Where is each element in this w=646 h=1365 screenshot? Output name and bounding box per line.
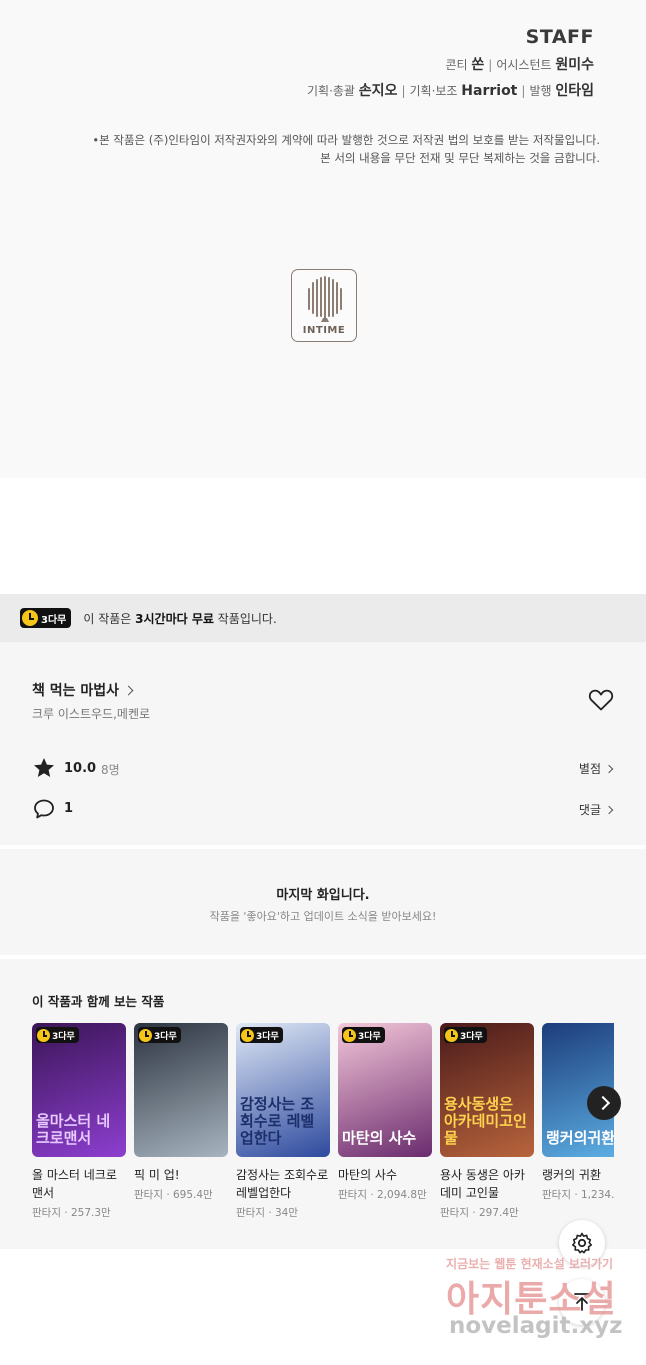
recommend-card-meta: 판타지 · 34만: [236, 1207, 299, 1219]
rating-count: 8명: [101, 763, 120, 777]
badge-label: 3다무: [154, 1031, 177, 1042]
rating-link[interactable]: 별점: [578, 760, 614, 777]
recommend-card-title: 감정사는 조회수로 레벨업한다: [236, 1168, 329, 1200]
badge-label: 3다무: [460, 1031, 483, 1042]
series-title: 책 먹는 마법사: [32, 683, 120, 699]
staff-name: 손지오: [358, 83, 398, 99]
cover-thumbnail: 3다무용사동생은 아카데미고인물: [440, 1023, 534, 1157]
badge-label: 3다무: [358, 1031, 381, 1042]
rating-link-label: 별점: [578, 762, 601, 776]
recommend-card[interactable]: 3다무용사동생은 아카데미고인물용사 동생은 아카데미 고인물판타지 · 297…: [440, 1023, 534, 1220]
last-episode-title: 마지막 화입니다.: [276, 888, 370, 903]
recommend-card-meta: 판타지 · 297.4만: [440, 1207, 519, 1219]
recommend-section: 이 작품과 함께 보는 작품 3다무올마스터 네크로맨서올 마스터 네크로맨서판…: [0, 959, 646, 1249]
cover-thumbnail: 3다무올마스터 네크로맨서: [32, 1023, 126, 1157]
recommend-card[interactable]: 3다무 마탄의 사수 마탄의 사수 판타지 · 2,094.8만: [338, 1023, 432, 1202]
recommend-card-title: 용사 동생은 아카데미 고인물: [440, 1168, 525, 1200]
chevron-right-icon: [604, 764, 614, 773]
cover-thumbnail: 3다무: [134, 1023, 228, 1157]
wait-free-badge: 3다무: [240, 1027, 283, 1043]
wait-free-badge: 3다무: [36, 1027, 79, 1043]
comic-staff-page: STAFF 콘티 쏜 | 어시스턴트 원미수 기획·총괄 손지오 | 기획·보조 Har…: [0, 0, 646, 478]
copyright-line: •본 작품은 (주)인타임이 저작권자와의 계약에 따라 발행한 것으로 저작권…: [92, 133, 600, 147]
recommend-card[interactable]: 3다무올마스터 네크로맨서올 마스터 네크로맨서판타지 · 257.3만: [32, 1023, 126, 1220]
cover-title-art: 랭커의귀환: [546, 1129, 614, 1147]
copyright-notice: •본 작품은 (주)인타임이 저작권자와의 계약에 따라 발행한 것으로 저작권…: [92, 131, 600, 167]
free-text-pre: 이 작품은: [83, 611, 136, 626]
cover-title-art: 감정사는 조회수로 레벨업한다: [240, 1095, 315, 1147]
badge-label: 3다무: [256, 1031, 279, 1042]
series-info-panel: 책 먹는 마법사 크루 이스트우드,메켄로 10.0 8명 별점 1 댓글: [0, 642, 646, 845]
recommend-card-title: 올 마스터 네크로맨서: [32, 1168, 117, 1200]
staff-line-2: 기획·총괄 손지오 | 기획·보조 Harriot | 발행 인타임: [307, 80, 594, 100]
heart-icon[interactable]: [588, 688, 614, 712]
free-notice-text: 이 작품은 3시간마다 무료 작품입니다.: [83, 610, 276, 627]
divider: |: [521, 84, 526, 98]
rating-value: 10.0: [64, 761, 97, 776]
badge-label: 3다무: [52, 1031, 75, 1042]
cover-title-art: 올마스터 네크로맨서: [36, 1112, 111, 1147]
recommend-card-meta: 판타지 · 695.4만: [134, 1189, 213, 1201]
staff-name: 쏜: [471, 57, 485, 73]
cover-title-art: 마탄의 사수: [342, 1129, 417, 1147]
recommend-card-title: 픽 미 업!: [134, 1168, 180, 1182]
star-icon: [34, 758, 54, 777]
cover-title-art: 용사동생은 아카데미고인물: [444, 1095, 527, 1147]
recommend-card-title: 마탄의 사수: [338, 1168, 398, 1182]
badge-label: 3다무: [41, 614, 67, 626]
staff-role: 기획·보조: [409, 84, 458, 98]
clock-icon: [22, 610, 38, 626]
recommend-list[interactable]: 3다무 올마스터 네크로맨서 올 마스터 네크로맨서 판타지 · 257.3만 3다무 픽…: [32, 1023, 614, 1233]
staff-line-1: 콘티 쏜 | 어시스턴트 원미수: [445, 54, 594, 74]
comments-link-label: 댓글: [578, 803, 601, 817]
series-title-link[interactable]: 책 먹는 마법사: [32, 680, 134, 700]
comments-link[interactable]: 댓글: [578, 801, 614, 818]
recommend-card-title: 랭커의 귀환: [542, 1168, 602, 1182]
recommend-card-meta: 판타지 · 2,094.8만: [338, 1189, 427, 1201]
comment-icon: [34, 799, 54, 819]
recommend-card-meta: 판타지 · 1,234.8만: [542, 1189, 614, 1201]
staff-role: 콘티: [445, 58, 468, 72]
comment-count: 1: [64, 801, 74, 816]
staff-name: 인타임: [555, 83, 594, 99]
recommend-card[interactable]: 3다무픽 미 업! 판타지 · 695.4만: [134, 1023, 228, 1202]
carousel-next-button[interactable]: [587, 1086, 621, 1120]
wait-free-badge: 3다무: [444, 1027, 487, 1043]
recommend-card-meta: 판타지 · 257.3만: [32, 1207, 111, 1219]
wait-free-badge: 3다무: [342, 1027, 385, 1043]
staff-role: 기획·총괄: [306, 84, 355, 98]
divider: |: [401, 84, 406, 98]
free-notice-bar: 3다무 이 작품은 3시간마다 무료 작품입니다.: [0, 594, 646, 642]
gear-icon: [572, 1232, 592, 1254]
staff-role: 발행: [529, 84, 552, 98]
chevron-right-icon: [604, 805, 614, 814]
clock-icon: [343, 1028, 356, 1042]
clock-icon: [445, 1028, 458, 1042]
staff-role: 어시스턴트: [496, 58, 552, 72]
free-text-bold: 3시간마다 무료: [135, 611, 214, 626]
staff-name: Harriot: [461, 83, 518, 99]
free-text-post: 작품입니다.: [213, 611, 277, 626]
cover-thumbnail: 3다무마탄의 사수: [338, 1023, 432, 1157]
series-authors: 크루 이스트우드,메켄로: [32, 707, 151, 721]
wait-free-badge: 3다무: [20, 608, 72, 628]
clock-icon: [241, 1028, 254, 1042]
wait-free-badge: 3다무: [138, 1027, 181, 1043]
last-episode-subtitle: 작품을 '좋아요'하고 업데이트 소식을 받아보세요!: [209, 910, 437, 923]
watermark-url: novelagit.xyz: [449, 1313, 623, 1339]
cover-thumbnail: 3다무감정사는 조회수로 레벨업한다: [236, 1023, 330, 1157]
logo-text: INTIME: [302, 325, 346, 336]
clock-icon: [37, 1028, 50, 1042]
clock-icon: [139, 1028, 152, 1042]
chevron-right-icon: [123, 685, 134, 695]
recommend-title: 이 작품과 함께 보는 작품: [32, 994, 165, 1009]
last-episode-panel: 마지막 화입니다. 작품을 '좋아요'하고 업데이트 소식을 받아보세요!: [0, 849, 646, 955]
staff-name: 원미수: [555, 57, 594, 73]
intime-logo: INTIME: [291, 269, 357, 342]
copyright-line: 본 서의 내용을 무단 전재 및 무단 복제하는 것을 금합니다.: [320, 151, 600, 165]
staff-title: STAFF: [525, 26, 594, 48]
divider: |: [488, 58, 493, 72]
recommend-card[interactable]: 3다무 감정사는 조회수로 레벨업한다 감정사는 조회수로 레벨업한다 판타지 · 3…: [236, 1023, 330, 1220]
